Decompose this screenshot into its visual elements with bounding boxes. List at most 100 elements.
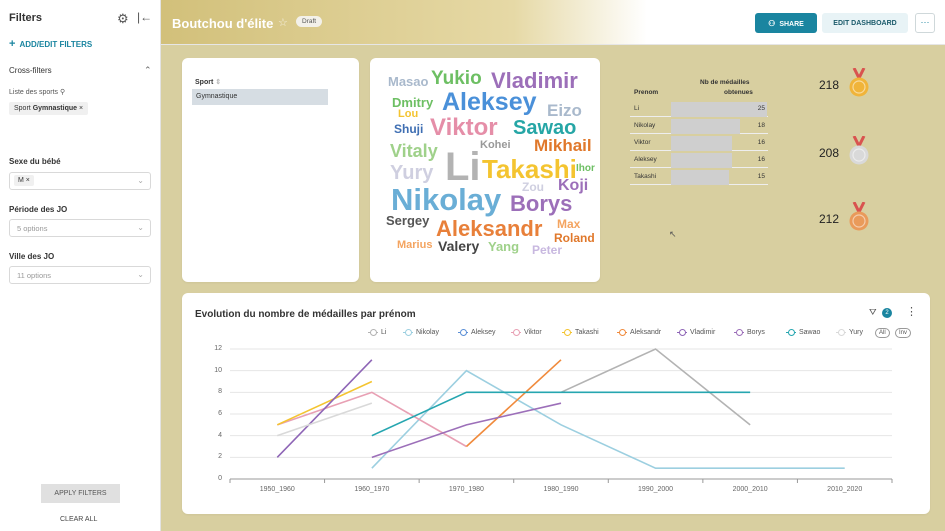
cross-filter-source-label: Liste des sports xyxy=(9,89,59,96)
apply-filters-button[interactable]: APPLY FILTERS xyxy=(41,484,120,503)
edit-dashboard-button[interactable]: EDIT DASHBOARD xyxy=(822,13,908,33)
sport-header-label: Sport xyxy=(195,79,214,86)
medal-count-header-1: Nb de médailles xyxy=(700,79,750,86)
sort-icon[interactable]: ⇕ xyxy=(215,79,221,86)
share-icon: ⚇ xyxy=(768,18,776,28)
medal-table-bar xyxy=(671,119,741,134)
filter-sidebar: Filters ⚙ |← + ADD/EDIT FILTERS Cross-fil… xyxy=(0,0,161,531)
series-line-nikolay[interactable] xyxy=(371,369,845,469)
prenom-header[interactable]: Prenom xyxy=(634,89,658,96)
wordcloud-word[interactable]: Masao xyxy=(388,75,428,88)
medal-table-name[interactable]: Takashi xyxy=(634,173,656,180)
cross-filter-chip[interactable]: Sport Gymnastique × xyxy=(9,102,89,115)
kpi-value: 218 xyxy=(819,78,840,92)
share-label: SHARE xyxy=(779,20,804,28)
share-button[interactable]: ⚇ SHARE xyxy=(755,13,817,33)
chevron-down-icon: ⌄ xyxy=(137,176,144,185)
close-icon[interactable]: × xyxy=(79,105,83,112)
sport-column-header[interactable]: Sport ⇕ xyxy=(195,78,221,86)
chip-value: Gymnastique xyxy=(32,105,78,112)
line-chart-plot xyxy=(229,348,893,483)
sexe-value: M xyxy=(18,177,24,184)
medal-table-value: 16 xyxy=(757,139,765,146)
dashboard-title[interactable]: Boutchou d'élite xyxy=(172,16,273,31)
chevron-down-icon: ⌄ xyxy=(137,270,144,279)
wordcloud-word[interactable]: Max xyxy=(557,218,580,230)
star-icon[interactable]: ☆ xyxy=(278,16,288,29)
series-line-borys[interactable] xyxy=(371,402,562,459)
wordcloud-word[interactable]: Yang xyxy=(488,240,519,253)
gold-medal-icon xyxy=(849,68,869,97)
wordcloud-word[interactable]: Sawao xyxy=(513,118,576,138)
wordcloud-word[interactable]: Yury xyxy=(390,163,433,183)
clear-all-button[interactable]: CLEAR ALL xyxy=(60,516,97,523)
medal-table-value: 16 xyxy=(757,156,765,163)
filter-label-periode: Période des JO xyxy=(9,205,68,214)
wordcloud-word[interactable]: Marius xyxy=(397,240,432,251)
medal-table-name[interactable]: Viktor xyxy=(634,139,651,146)
filter-label-sexe: Sexe du bébé xyxy=(9,157,61,166)
collapse-sidebar-icon[interactable]: |← xyxy=(137,10,152,24)
medal-table-bar xyxy=(671,136,733,151)
medal-table-name[interactable]: Aleksey xyxy=(634,156,657,163)
add-edit-filters-button[interactable]: + ADD/EDIT FILTERS xyxy=(9,38,92,50)
wordcloud-word[interactable]: Sergey xyxy=(386,214,429,227)
chip-key: Sport xyxy=(14,105,31,112)
wordcloud-word[interactable]: Aleksey xyxy=(442,90,537,115)
wordcloud-word[interactable]: Peter xyxy=(532,244,562,256)
wordcloud-word[interactable]: Vitaly xyxy=(390,142,438,160)
wordcloud-word[interactable]: Ihor xyxy=(576,164,595,174)
status-badge: Draft xyxy=(296,16,323,27)
series-line-aleksandr[interactable] xyxy=(465,359,562,448)
plus-icon: + xyxy=(9,38,16,50)
medal-table-name[interactable]: Nikolay xyxy=(634,122,655,129)
periode-placeholder: 5 options xyxy=(17,224,48,233)
sidebar-title: Filters xyxy=(9,12,43,24)
silver-medal-icon xyxy=(849,136,869,165)
gear-icon[interactable]: ⚙ xyxy=(117,11,129,27)
wordcloud-word[interactable]: Nikolay xyxy=(391,184,501,215)
wordcloud-word[interactable]: Shuji xyxy=(394,123,423,135)
cross-filters-header[interactable]: Cross-filters xyxy=(9,66,52,75)
periode-select[interactable]: 5 options ⌄ xyxy=(9,219,151,237)
wordcloud-word[interactable]: Lou xyxy=(398,109,418,120)
wordcloud-word[interactable]: Mikhail xyxy=(534,137,592,154)
chevron-up-icon[interactable]: ⌃ xyxy=(144,65,152,76)
kpi-value: 212 xyxy=(819,212,840,226)
mouse-cursor-icon: ↖ xyxy=(669,229,677,239)
close-icon[interactable]: × xyxy=(26,177,30,184)
more-options-button[interactable]: ··· xyxy=(915,13,935,33)
sexe-select[interactable]: M × ⌄ xyxy=(9,172,151,190)
dashboard-header: Boutchou d'élite ☆ Draft ⚇ SHARE EDIT DAS… xyxy=(161,0,945,45)
medal-table-value: 18 xyxy=(757,122,765,129)
wordcloud-word[interactable]: Li xyxy=(445,147,481,187)
wordcloud-word[interactable]: Borys xyxy=(510,193,572,215)
bronze-medal-icon xyxy=(849,202,869,231)
add-edit-filters-label: ADD/EDIT FILTERS xyxy=(19,40,93,49)
cross-filter-source: Liste des sports ⚲ xyxy=(9,88,65,96)
chevron-down-icon: ⌄ xyxy=(137,223,144,232)
wordcloud-word[interactable]: Viktor xyxy=(430,116,498,140)
wordcloud-card: Masao Yukio Vladimir Dmitry Aleksey Lou Eizo Sh… xyxy=(370,58,600,282)
wordcloud-word[interactable]: Kohei xyxy=(480,140,511,151)
medal-table-value: 15 xyxy=(757,173,765,180)
medal-count-header-2[interactable]: obtenues xyxy=(724,89,753,96)
wordcloud-word[interactable]: Aleksandr xyxy=(436,218,542,240)
wordcloud-word[interactable]: Yukio xyxy=(431,69,482,88)
kpi-value: 208 xyxy=(819,146,840,160)
series-line-takashi[interactable] xyxy=(276,380,373,426)
series-line-li[interactable] xyxy=(560,348,751,426)
table-row[interactable]: Gymnastique xyxy=(192,89,328,105)
wordcloud-word[interactable]: Valery xyxy=(438,239,479,253)
filter-label-ville: Ville des JO xyxy=(9,252,55,261)
medal-table-bar xyxy=(671,153,733,168)
search-icon: ⚲ xyxy=(59,89,66,96)
medal-table-name[interactable]: Li xyxy=(634,105,639,112)
medal-table-value: 25 xyxy=(757,105,765,112)
ville-placeholder: 11 options xyxy=(17,271,52,280)
sport-table-card: Sport ⇕ Gymnastique xyxy=(182,58,359,282)
medal-table-bar xyxy=(671,170,729,185)
sexe-value-chip[interactable]: M × xyxy=(14,175,34,186)
ville-select[interactable]: 11 options ⌄ xyxy=(9,266,151,284)
line-chart-card: Evolution du nombre de médailles par pré… xyxy=(182,293,930,514)
